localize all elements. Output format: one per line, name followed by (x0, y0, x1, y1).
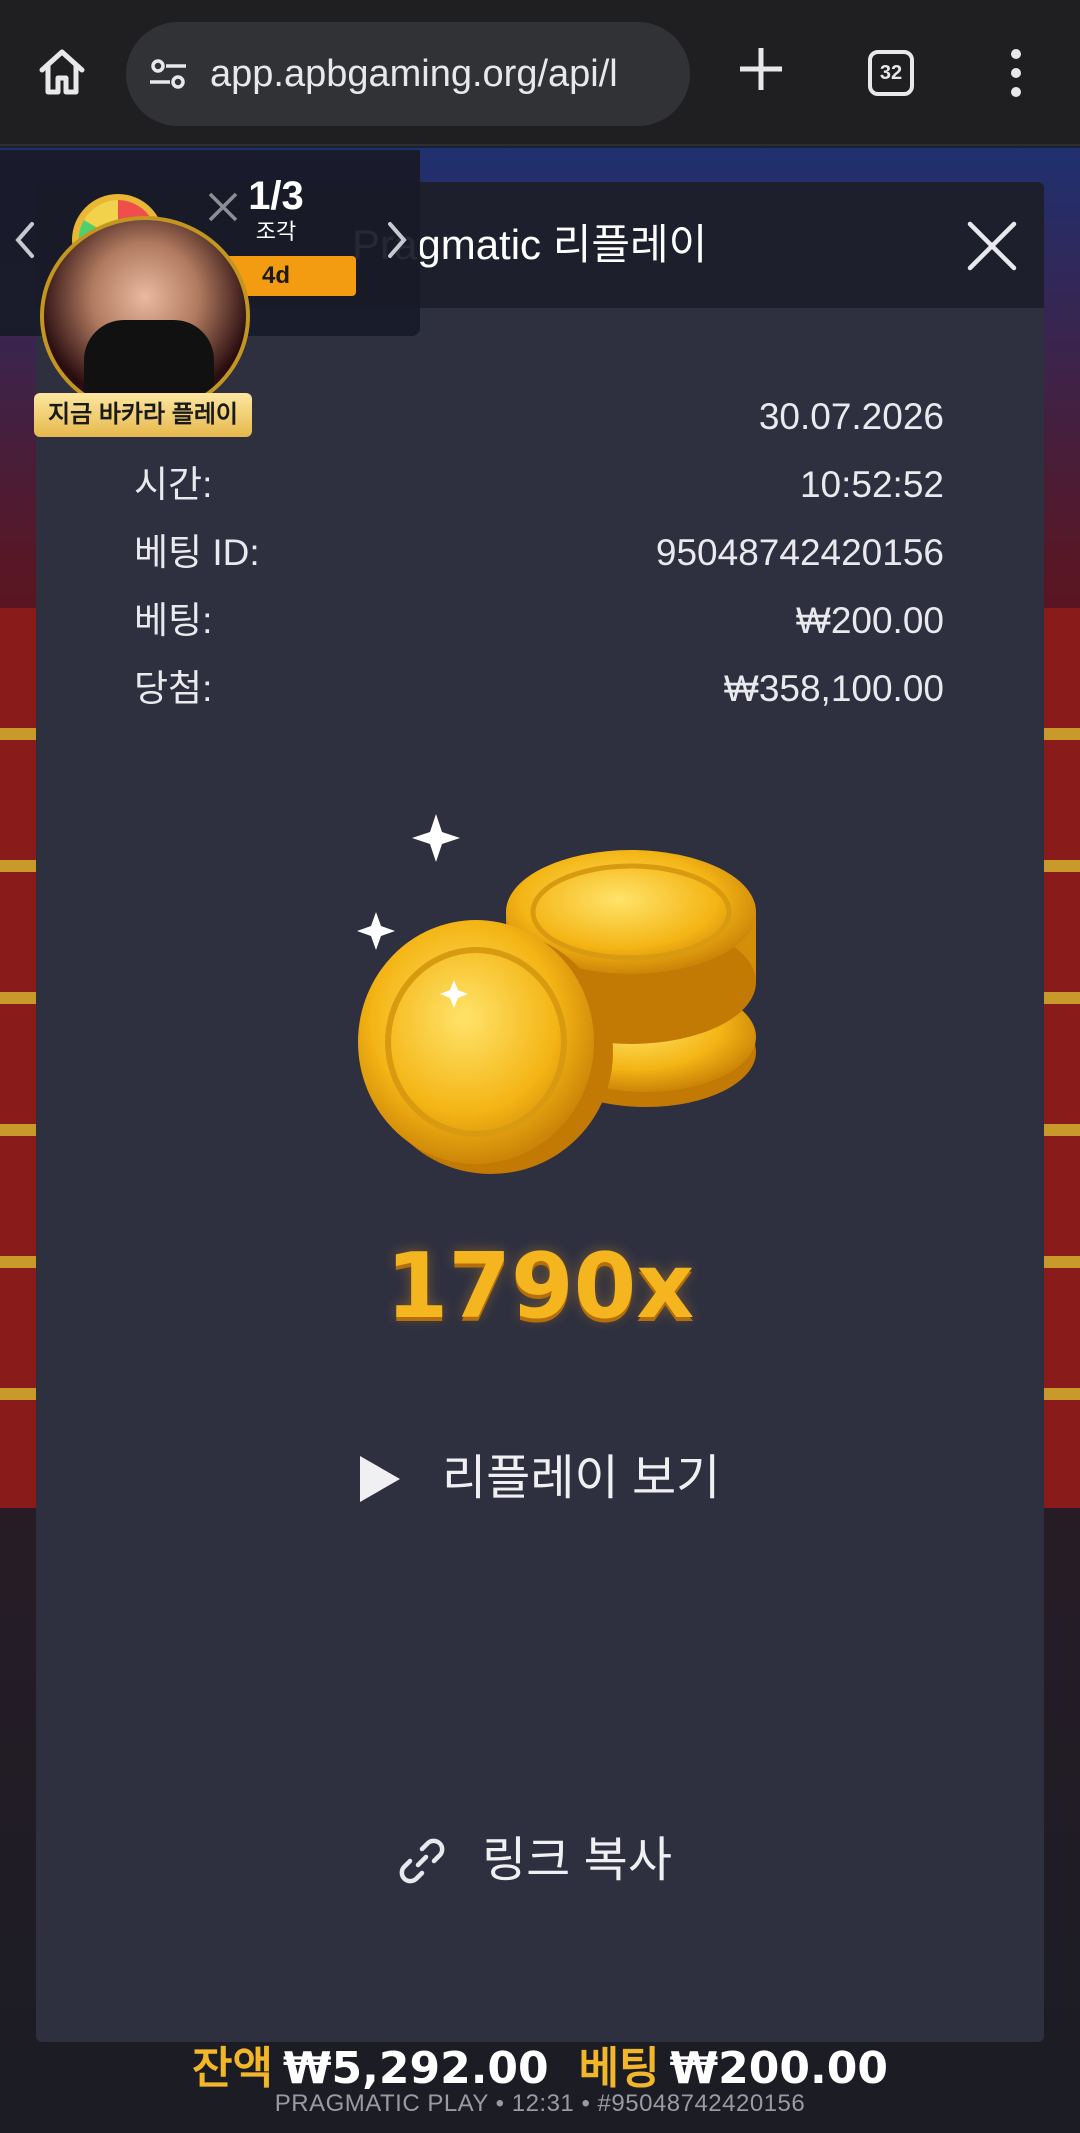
new-tab-icon[interactable] (738, 46, 784, 92)
date-value: 30.07.2026 (758, 396, 944, 437)
bet-id-value: 95048742420156 (655, 532, 944, 573)
bet-value: ₩200.00 (669, 2043, 888, 2094)
temple-pillar-left (0, 608, 40, 1508)
win-label: 당첨: (134, 668, 213, 709)
time-label: 시간: (134, 464, 213, 505)
browser-toolbar: app.apbgaming.org/api/l 32 (0, 0, 1080, 146)
win-multiplier: 1790x (385, 1234, 695, 1339)
copy-link-label: 링크 복사 (482, 1834, 672, 1887)
more-menu-icon[interactable] (1004, 48, 1028, 98)
promo-progress-count: 1/3 (248, 174, 304, 218)
balance-value: ₩5,292.00 (283, 2043, 549, 2094)
balance-bar: 잔액 ₩5,292.00 베팅 ₩200.00 (0, 2036, 1080, 2094)
home-icon[interactable] (36, 46, 88, 98)
game-footer: PRAGMATIC PLAY • 12:31 • #95048742420156 (274, 2090, 806, 2117)
gold-coins-icon (357, 814, 756, 1174)
address-bar[interactable]: app.apbgaming.org/api/l (126, 22, 690, 126)
info-row-time: 시간: 10:52:52 (134, 460, 944, 510)
chevron-right-icon[interactable] (382, 220, 412, 260)
bet-label: 베팅 (578, 2043, 660, 2094)
win-value: ₩358,100.00 (723, 668, 944, 709)
bet-id-label: 베팅 ID: (134, 532, 260, 573)
tab-count: 32 (879, 61, 903, 84)
bet-amount-label: 베팅: (134, 600, 213, 641)
watch-replay-button[interactable]: 리플레이 보기 (356, 1444, 776, 1514)
time-value: 10:52:52 (799, 464, 944, 505)
replay-modal: Pragmatic 리플레이 30.07.2026 시간: 10:52:52 베… (36, 182, 1044, 2042)
info-row-bet-id: 베팅 ID: 95048742420156 (134, 528, 944, 578)
site-settings-icon[interactable] (148, 54, 188, 94)
watch-replay-label: 리플레이 보기 (442, 1452, 721, 1505)
chevron-left-icon[interactable] (10, 220, 40, 260)
url-text[interactable]: app.apbgaming.org/api/l (210, 50, 690, 98)
promo-close-icon[interactable] (206, 190, 240, 224)
link-icon (399, 1838, 445, 1884)
play-baccarat-button[interactable]: 지금 바카라 플레이 (34, 393, 252, 437)
info-row-date: 30.07.2026 (134, 392, 944, 442)
play-icon (360, 1456, 400, 1502)
info-row-win: 당첨: ₩358,100.00 (134, 664, 944, 714)
close-icon[interactable] (964, 218, 1020, 274)
info-row-bet: 베팅: ₩200.00 (134, 596, 944, 646)
copy-link-button[interactable]: 링크 복사 (396, 1826, 756, 1896)
balance-label: 잔액 (192, 2043, 273, 2094)
tab-switcher-button[interactable]: 32 (868, 50, 914, 96)
promo-progress-label: 조각 (255, 219, 297, 244)
dealer-avatar[interactable] (40, 216, 250, 416)
bet-amount-value: ₩200.00 (795, 600, 944, 641)
temple-pillar-right (1040, 608, 1080, 1508)
